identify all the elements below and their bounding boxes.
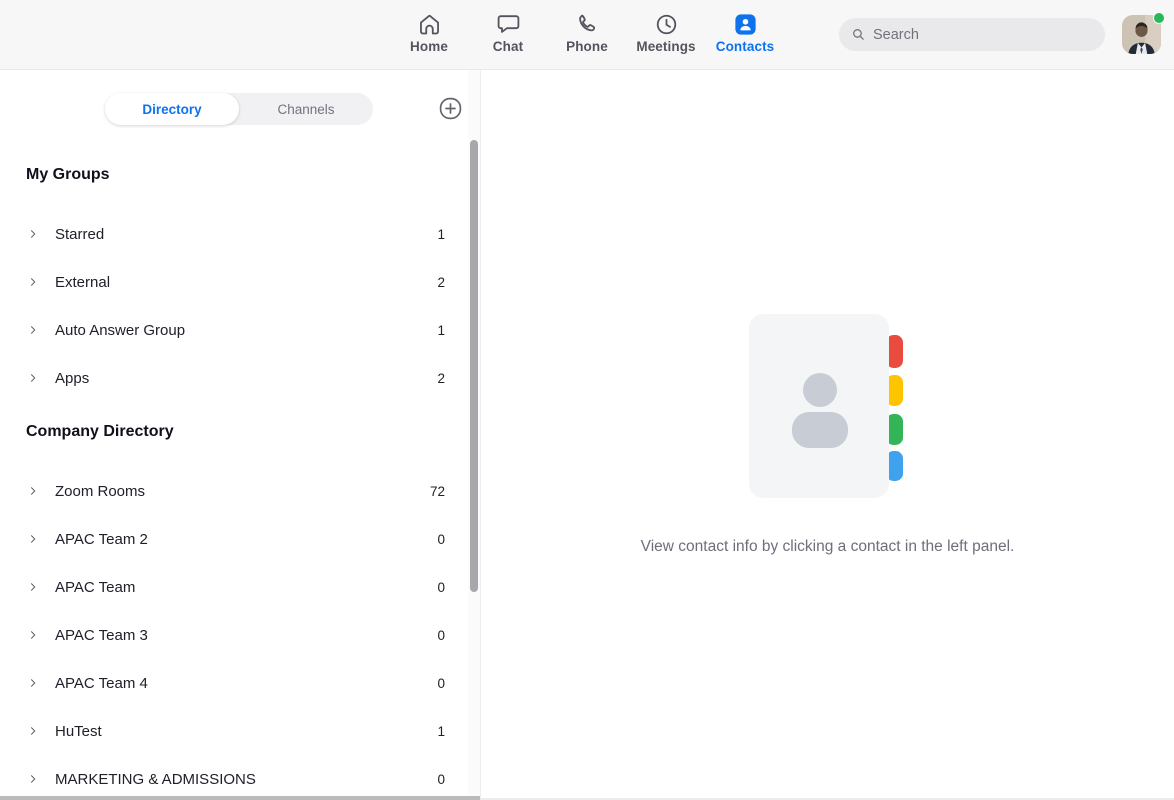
- sidebar-item-apac-team-3[interactable]: APAC Team 3 0: [0, 611, 468, 659]
- tab-channels[interactable]: Channels: [239, 93, 373, 125]
- chevron-right-icon[interactable]: [27, 228, 39, 240]
- sidebar-item-apac-team-4[interactable]: APAC Team 4 0: [0, 659, 468, 707]
- group-label: Zoom Rooms: [55, 483, 430, 500]
- meetings-icon: [653, 11, 680, 38]
- sidebar-section: My Groups Starred 1 External 2 Auto Answ…: [0, 165, 468, 402]
- contacts-icon: [732, 11, 759, 38]
- group-count: 1: [437, 724, 445, 739]
- contacts-list: My Groups Starred 1 External 2 Auto Answ…: [0, 125, 468, 800]
- group-label: APAC Team 2: [55, 531, 437, 548]
- search-input[interactable]: [873, 27, 1094, 43]
- empty-state-message: View contact info by clicking a contact …: [641, 538, 1015, 556]
- nav-label: Home: [410, 39, 448, 54]
- group-label: Apps: [55, 370, 437, 387]
- chevron-right-icon[interactable]: [27, 773, 39, 785]
- add-contact-button[interactable]: [437, 95, 464, 122]
- chevron-right-icon[interactable]: [27, 276, 39, 288]
- chevron-right-icon[interactable]: [27, 677, 39, 689]
- chevron-right-icon[interactable]: [27, 485, 39, 497]
- nav-label: Phone: [566, 39, 608, 54]
- nav-item-chat[interactable]: Chat: [475, 11, 541, 54]
- nav-label: Meetings: [636, 39, 695, 54]
- sidebar-item-apac-team[interactable]: APAC Team 0: [0, 563, 468, 611]
- group-count: 2: [437, 275, 445, 290]
- sidebar-item-hutest[interactable]: HuTest 1: [0, 707, 468, 755]
- group-label: Auto Answer Group: [55, 322, 437, 339]
- sidebar-item-external[interactable]: External 2: [0, 258, 468, 306]
- user-avatar[interactable]: [1122, 15, 1161, 54]
- group-count: 0: [437, 628, 445, 643]
- sidebar-section: Company Directory Zoom Rooms 72 APAC Tea…: [0, 422, 468, 800]
- chat-icon: [495, 11, 522, 38]
- group-label: APAC Team: [55, 579, 437, 596]
- chevron-right-icon[interactable]: [27, 533, 39, 545]
- group-count: 0: [437, 772, 445, 787]
- sidebar-item-apac-team-2[interactable]: APAC Team 2 0: [0, 515, 468, 563]
- group-label: APAC Team 4: [55, 675, 437, 692]
- contact-detail-panel: View contact info by clicking a contact …: [480, 70, 1174, 800]
- sidebar-item-zoom-rooms[interactable]: Zoom Rooms 72: [0, 467, 468, 515]
- section-title-my-groups: My Groups: [0, 165, 468, 185]
- nav-item-meetings[interactable]: Meetings: [633, 11, 699, 54]
- group-label: MARKETING & ADMISSIONS: [55, 771, 437, 788]
- window-bottom-edge-left: [0, 796, 480, 800]
- chevron-right-icon[interactable]: [27, 324, 39, 336]
- main-area: DirectoryChannels My Groups Starred 1 Ex…: [0, 70, 1174, 800]
- chevron-right-icon[interactable]: [27, 581, 39, 593]
- group-count: 0: [437, 676, 445, 691]
- tab-directory[interactable]: Directory: [105, 93, 239, 125]
- nav-item-home[interactable]: Home: [396, 11, 462, 54]
- group-label: APAC Team 3: [55, 627, 437, 644]
- nav-label: Chat: [493, 39, 523, 54]
- address-book-illustration: [749, 314, 907, 500]
- directory-channels-toggle: DirectoryChannels: [105, 93, 373, 125]
- group-count: 0: [437, 580, 445, 595]
- group-label: Starred: [55, 226, 437, 243]
- phone-icon: [574, 11, 601, 38]
- main-nav: Home Chat Phone Meetings Contacts: [396, 11, 778, 54]
- home-icon: [416, 11, 443, 38]
- zoom-app-window: Home Chat Phone Meetings Contacts Direct…: [0, 0, 1174, 800]
- nav-item-phone[interactable]: Phone: [554, 11, 620, 54]
- search-icon: [850, 26, 867, 43]
- group-count: 1: [437, 227, 445, 242]
- group-label: HuTest: [55, 723, 437, 740]
- sidebar-item-auto-answer-group[interactable]: Auto Answer Group 1: [0, 306, 468, 354]
- chevron-right-icon[interactable]: [27, 629, 39, 641]
- nav-item-contacts[interactable]: Contacts: [712, 11, 778, 54]
- sidebar-item-starred[interactable]: Starred 1: [0, 210, 468, 258]
- chevron-right-icon[interactable]: [27, 372, 39, 384]
- sidebar-item-apps[interactable]: Apps 2: [0, 354, 468, 402]
- nav-label: Contacts: [716, 39, 775, 54]
- section-title-company-directory: Company Directory: [0, 422, 468, 442]
- sidebar-item-marketing-admissions[interactable]: MARKETING & ADMISSIONS 0: [0, 755, 468, 800]
- topbar-right-group: [839, 15, 1161, 54]
- group-count: 72: [430, 484, 445, 499]
- chevron-right-icon[interactable]: [27, 725, 39, 737]
- search-bar[interactable]: [839, 18, 1105, 51]
- group-label: External: [55, 274, 437, 291]
- top-navigation-bar: Home Chat Phone Meetings Contacts: [0, 0, 1174, 70]
- presence-online-dot: [1153, 12, 1165, 24]
- scrollbar-thumb[interactable]: [470, 140, 478, 592]
- contacts-sidebar: DirectoryChannels My Groups Starred 1 Ex…: [0, 70, 480, 800]
- group-count: 1: [437, 323, 445, 338]
- group-count: 0: [437, 532, 445, 547]
- group-count: 2: [437, 371, 445, 386]
